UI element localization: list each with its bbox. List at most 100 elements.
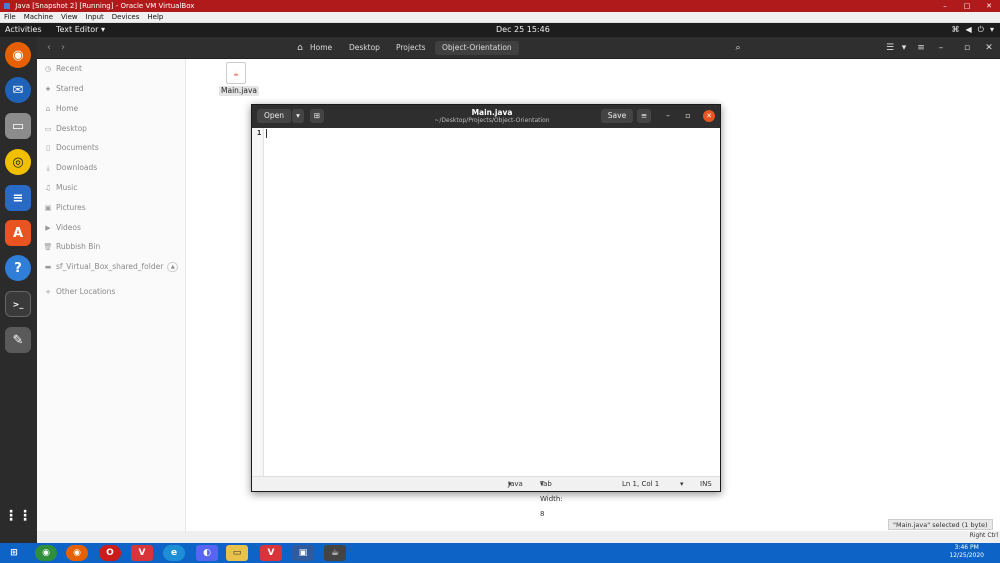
text-editor-window: Open ▾ ⊞ Main.java ~/Desktop/Projects/Ob… (251, 104, 721, 518)
text-editor-icon[interactable]: ✎ (5, 327, 31, 353)
windows-taskbar: ⊞ ◉ ◉ O V e ◐ ▭ V ▣ ☕ 3:46 PM 12/25/2020 (0, 543, 1000, 563)
system-clock[interactable]: 3:46 PM 12/25/2020 (949, 544, 984, 560)
insert-mode[interactable]: INS (700, 477, 712, 492)
sidebar-item-rubbish-bin[interactable]: 🗑 Rubbish Bin (43, 240, 101, 254)
text-editor-header-bar[interactable]: Open ▾ ⊞ Main.java ~/Desktop/Projects/Ob… (252, 105, 720, 128)
sidebar-item-music[interactable]: ♫ Music (43, 181, 77, 195)
firefox-icon[interactable]: ◉ (5, 42, 31, 68)
help-icon[interactable]: ? (5, 255, 31, 281)
file-explorer-icon[interactable]: ▭ (226, 545, 248, 561)
power-icon[interactable]: ⏻ (978, 23, 984, 37)
menu-machine[interactable]: Machine (24, 12, 53, 22)
position-dropdown-icon[interactable]: ▾ (680, 477, 684, 492)
document-icon: ▯ (46, 144, 50, 152)
forward-button[interactable]: › (56, 41, 70, 55)
menu-devices[interactable]: Devices (112, 12, 140, 22)
clock[interactable]: Dec 25 15:46 (496, 23, 550, 37)
close-icon[interactable]: ✕ (983, 41, 995, 55)
file-label[interactable]: Main.java (219, 86, 260, 96)
trash-icon: 🗑 (43, 243, 53, 251)
virtualbox-title-bar[interactable]: Java [Snapshot 2] [Running] - Oracle VM … (0, 0, 1000, 12)
document-path: ~/Desktop/Projects/Object-Orientation (434, 117, 550, 124)
java-file-icon[interactable]: ☕ (226, 62, 246, 84)
sidebar-item-other-locations[interactable]: + Other Locations (43, 285, 115, 299)
files-icon[interactable]: ▭ (5, 113, 31, 139)
terminal-icon[interactable]: >_ (5, 291, 31, 317)
sidebar-item-shared-folder[interactable]: ▬ sf_Virtual_Box_shared_folder ▲ (43, 260, 179, 274)
language-selector[interactable]: Java ▾ (508, 477, 523, 492)
download-icon: ⤓ (46, 164, 50, 172)
software-center-icon[interactable]: A (5, 220, 31, 246)
java-app-icon[interactable]: ☕ (324, 545, 346, 561)
chevron-down-icon[interactable]: ▾ (990, 23, 994, 37)
maximize-icon[interactable]: ▫ (682, 110, 694, 122)
text-editor-status-bar: Java ▾ Tab Width: 8 ▾ Ln 1, Col 1 ▾ INS (252, 476, 720, 518)
close-icon[interactable]: ✕ (703, 110, 715, 122)
breadcrumb-desktop[interactable]: Desktop (342, 41, 387, 55)
sidebar-item-desktop[interactable]: ▭ Desktop (43, 122, 87, 136)
hamburger-menu-icon[interactable]: ≡ (637, 109, 651, 123)
minimize-button[interactable]: – (934, 0, 956, 12)
tab-width-selector[interactable]: Tab Width: 8 ▾ (540, 477, 563, 518)
breadcrumb-object-orientation[interactable]: Object-Orientation (435, 41, 519, 55)
sidebar-item-videos[interactable]: ▶ Videos (43, 221, 81, 235)
window-title: Java [Snapshot 2] [Running] - Oracle VM … (15, 2, 195, 10)
line-number-gutter (252, 128, 264, 476)
thunderbird-icon[interactable]: ✉ (5, 77, 31, 103)
open-button[interactable]: Open (257, 109, 291, 123)
menu-input[interactable]: Input (86, 12, 104, 22)
activities-button[interactable]: Activities (5, 23, 42, 37)
menu-view[interactable]: View (61, 12, 78, 22)
video-icon: ▶ (45, 224, 51, 232)
music-icon: ♫ (44, 184, 52, 192)
drive-icon: ▬ (44, 263, 52, 271)
sidebar-item-downloads[interactable]: ⤓ Downloads (43, 161, 97, 175)
search-icon[interactable]: ⌕ (731, 41, 745, 55)
app-menu[interactable]: Text Editor ▾ (56, 23, 105, 37)
menu-help[interactable]: Help (147, 12, 163, 22)
breadcrumb-projects[interactable]: Projects (389, 41, 433, 55)
minimize-icon[interactable]: – (935, 41, 947, 55)
libreoffice-writer-icon[interactable]: ≡ (5, 185, 31, 211)
breadcrumb-home[interactable]: Home (303, 41, 339, 55)
virtualbox-menu-bar: File Machine View Input Devices Help (0, 12, 1000, 23)
sidebar-item-home[interactable]: ⌂ Home (43, 102, 78, 116)
discord-icon[interactable]: ◐ (196, 545, 218, 561)
opera-icon[interactable]: O (99, 545, 121, 561)
list-view-icon[interactable]: ☰ (884, 41, 896, 55)
host-key-label: Right Ctrl (969, 532, 998, 539)
sidebar-item-documents[interactable]: ▯ Documents (43, 141, 99, 155)
show-applications-icon[interactable]: ⋮⋮ (4, 503, 32, 529)
volume-icon[interactable]: ◀ (966, 23, 972, 37)
menu-file[interactable]: File (4, 12, 16, 22)
firefox-icon[interactable]: ◉ (66, 545, 88, 561)
text-editor-area[interactable] (265, 128, 720, 476)
save-button[interactable]: Save (601, 109, 633, 123)
cursor-position[interactable]: Ln 1, Col 1 (622, 477, 659, 492)
star-icon: ★ (44, 85, 52, 93)
sidebar-item-starred[interactable]: ★ Starred (43, 82, 84, 96)
rhythmbox-icon[interactable]: ◎ (5, 149, 31, 175)
back-button[interactable]: ‹ (42, 41, 56, 55)
new-tab-icon[interactable]: ⊞ (310, 109, 324, 123)
line-number: 1 (257, 129, 262, 137)
vivaldi-icon[interactable]: V (131, 545, 153, 561)
sidebar-item-recent[interactable]: ◷ Recent (43, 62, 82, 76)
sidebar-item-pictures[interactable]: ▣ Pictures (43, 201, 86, 215)
edge-icon[interactable]: e (163, 545, 185, 561)
eject-icon[interactable]: ▲ (167, 262, 179, 272)
minimize-icon[interactable]: – (662, 110, 674, 122)
chrome-icon[interactable]: ◉ (35, 545, 57, 561)
vivaldi-window-icon[interactable]: V (260, 545, 282, 561)
network-icon[interactable]: ⌘ (952, 23, 960, 37)
maximize-button[interactable]: □ (956, 0, 978, 12)
windows-start-icon[interactable]: ⊞ (3, 545, 25, 561)
open-dropdown-button[interactable]: ▾ (292, 109, 304, 123)
restore-icon[interactable]: ▫ (961, 41, 973, 55)
menu-icon[interactable]: ≡ (915, 41, 927, 55)
virtualbox-status-bar: Right Ctrl (37, 531, 1000, 543)
view-options-icon[interactable]: ▾ (899, 41, 909, 55)
close-button[interactable]: ✕ (978, 0, 1000, 12)
virtualbox-taskbar-icon[interactable]: ▣ (292, 545, 314, 561)
files-sidebar: ◷ Recent ★ Starred ⌂ Home ▭ Desktop ▯ Documen… (37, 59, 186, 543)
